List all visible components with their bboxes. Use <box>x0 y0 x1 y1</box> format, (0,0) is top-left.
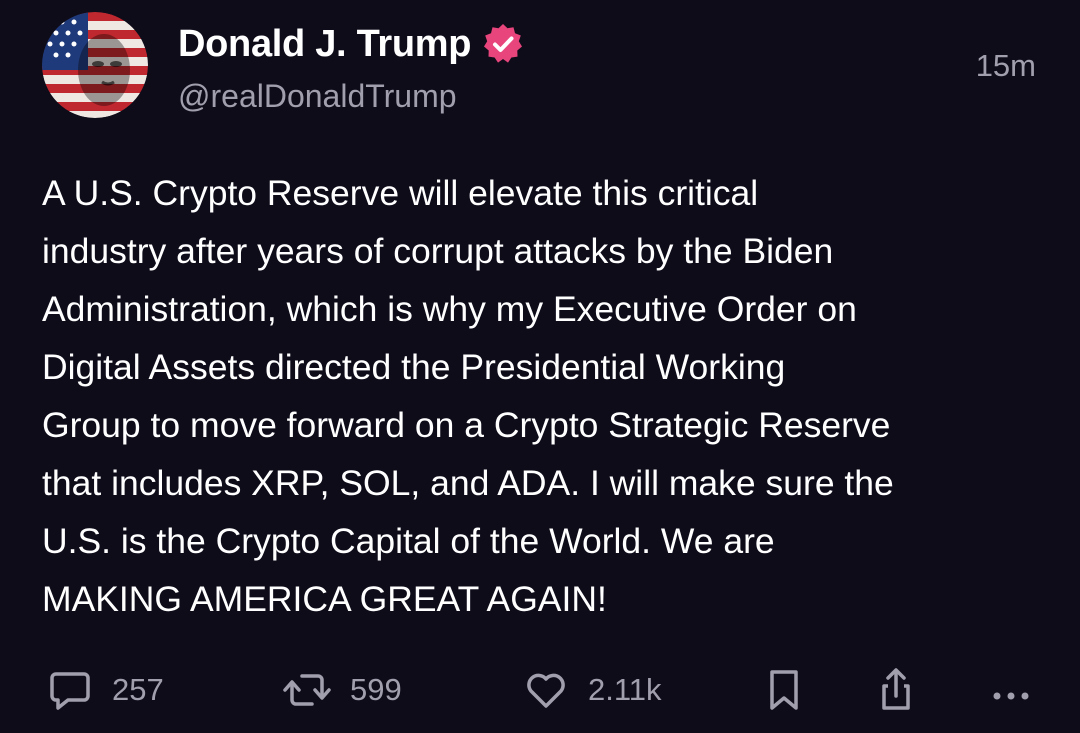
post-body-line: Group to move forward on a Crypto Strate… <box>42 405 891 445</box>
repost-count: 599 <box>350 672 402 707</box>
post-body-line: that includes XRP, SOL, and ADA. I will … <box>42 463 894 503</box>
post-actions-bar: 257 599 2.11k <box>0 660 1080 720</box>
share-icon <box>882 668 910 710</box>
post-body-line: MAKING AMERICA GREAT AGAIN! <box>42 579 607 619</box>
post-body-line: Administration, which is why my Executiv… <box>42 289 857 329</box>
post-body-line: industry after years of corrupt attacks … <box>42 231 834 271</box>
post-card: Donald J. Trump @realDonaldTrump 15m A U… <box>0 0 1080 733</box>
author-name[interactable]: Donald J. Trump <box>178 22 525 66</box>
speech-bubble-icon <box>50 672 90 710</box>
reply-button[interactable]: 257 <box>46 660 164 720</box>
reply-count: 257 <box>112 672 164 707</box>
author-name-text: Donald J. Trump <box>178 22 472 65</box>
like-count: 2.11k <box>588 672 662 707</box>
post-body-line: A U.S. Crypto Reserve will elevate this … <box>42 173 759 213</box>
like-button[interactable]: 2.11k <box>522 660 662 720</box>
post-body-line: U.S. is the Crypto Capital of the World.… <box>42 521 775 561</box>
bookmark-icon <box>770 670 798 710</box>
post-body: A U.S. Crypto Reserve will elevate this … <box>42 164 1052 628</box>
repost-arrows-icon <box>283 674 331 706</box>
repost-button[interactable]: 599 <box>282 660 402 720</box>
bookmark-button[interactable] <box>762 660 806 720</box>
verified-badge-icon <box>481 22 525 66</box>
post-body-line: Digital Assets directed the Presidential… <box>42 347 786 387</box>
avatar-flag-portrait-image <box>42 12 148 118</box>
ellipsis-icon <box>993 692 1029 700</box>
heart-icon <box>527 673 565 708</box>
share-button[interactable] <box>872 660 920 720</box>
author-handle[interactable]: @realDonaldTrump <box>178 78 457 115</box>
avatar[interactable] <box>42 12 148 118</box>
post-timestamp[interactable]: 15m <box>976 48 1036 84</box>
more-options-button[interactable] <box>988 660 1034 720</box>
